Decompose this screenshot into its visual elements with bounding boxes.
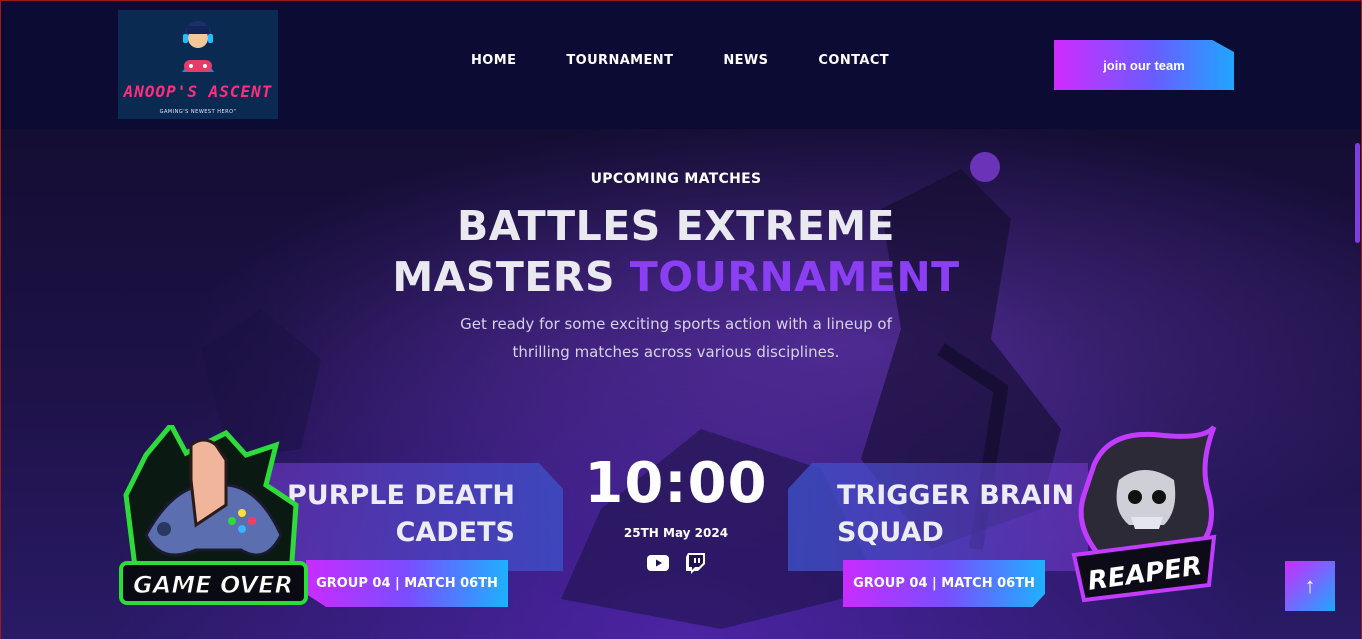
arrow-up-icon: ↑ [1304,573,1316,598]
title-line-2-plain: MASTERS [392,253,630,301]
reaper-badge-icon: REAPER [1071,425,1217,603]
scroll-to-top-button[interactable]: ↑ [1285,561,1335,611]
team-b-name-line-2: SQUAD [837,517,944,548]
game-over-badge-text: GAME OVER [133,571,293,599]
nav-news[interactable]: NEWS [723,53,768,68]
site-header: ANOOP'S ASCENT GAMING'S NEWEST HERO" HOM… [1,1,1361,129]
brand-name: ANOOP'S ASCENT [123,82,273,101]
game-over-badge-icon: GAME OVER [119,425,308,605]
team-b-group-tag[interactable]: GROUP 04 | MATCH 06TH [843,560,1045,607]
main-nav: HOME TOURNAMENT NEWS CONTACT [471,53,939,68]
hero-description: Get ready for some exciting sports actio… [1,310,1351,366]
nav-home[interactable]: HOME [471,53,516,68]
description-line-1: Get ready for some exciting sports actio… [460,315,892,333]
team-b-name-line-1: TRIGGER BRAIN [837,480,1075,511]
brand-tagline: GAMING'S NEWEST HERO" [159,109,237,115]
title-line-2-accent: TOURNAMENT [629,253,960,301]
page-title: BATTLES EXTREME MASTERS TOURNAMENT [1,201,1351,303]
title-line-1: BATTLES EXTREME [456,202,896,250]
description-line-2: thrilling matches across various discipl… [512,343,840,361]
nav-contact[interactable]: CONTACT [818,53,889,68]
match-time: 10:00 [584,451,768,516]
match-date: 25TH May 2024 [623,526,729,540]
section-eyebrow: UPCOMING MATCHES [590,171,762,187]
team-b-name: TRIGGER BRAIN SQUAD [837,477,1097,551]
twitch-icon[interactable] [684,551,708,575]
nav-tournament[interactable]: TOURNAMENT [566,53,673,68]
scroll-indicator[interactable] [1355,143,1360,243]
team-a-group-tag[interactable]: GROUP 04 | MATCH 06TH [306,560,508,607]
brand-logo[interactable]: ANOOP'S ASCENT GAMING'S NEWEST HERO" [118,10,278,119]
gamer-mascot-icon [182,21,214,72]
stream-links [646,551,708,575]
hero-section: UPCOMING MATCHES BATTLES EXTREME MASTERS… [1,129,1361,639]
join-team-button[interactable]: join our team [1054,40,1234,90]
youtube-icon[interactable] [646,551,670,575]
